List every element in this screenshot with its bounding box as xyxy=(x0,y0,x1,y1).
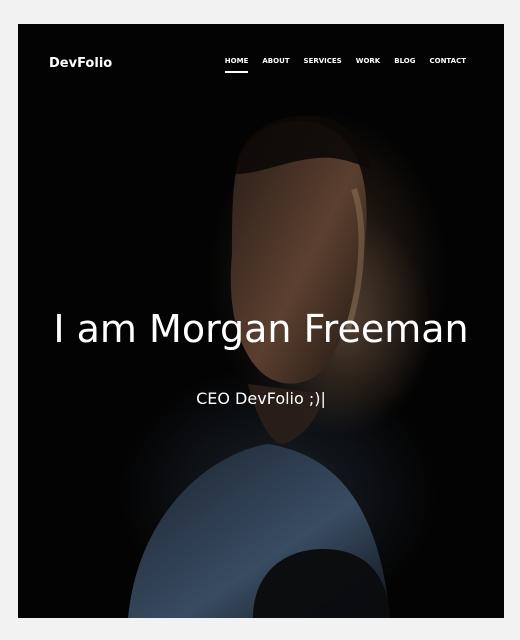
hero-section: DevFolio HOME ABOUT SERVICES WORK BLOG C… xyxy=(18,24,504,618)
brand-logo[interactable]: DevFolio xyxy=(49,56,112,71)
nav-work[interactable]: WORK xyxy=(356,57,381,65)
hero-subtitle: CEO DevFolio ;)| xyxy=(196,389,326,408)
top-navbar: DevFolio HOME ABOUT SERVICES WORK BLOG C… xyxy=(18,24,504,100)
nav-contact[interactable]: CONTACT xyxy=(429,57,466,65)
hero-title: I am Morgan Freeman xyxy=(53,307,469,351)
nav-services[interactable]: SERVICES xyxy=(304,57,342,65)
nav-home[interactable]: HOME xyxy=(224,57,248,73)
main-nav: HOME ABOUT SERVICES WORK BLOG CONTACT xyxy=(224,57,466,73)
nav-blog[interactable]: BLOG xyxy=(394,57,415,65)
nav-about[interactable]: ABOUT xyxy=(262,57,289,65)
